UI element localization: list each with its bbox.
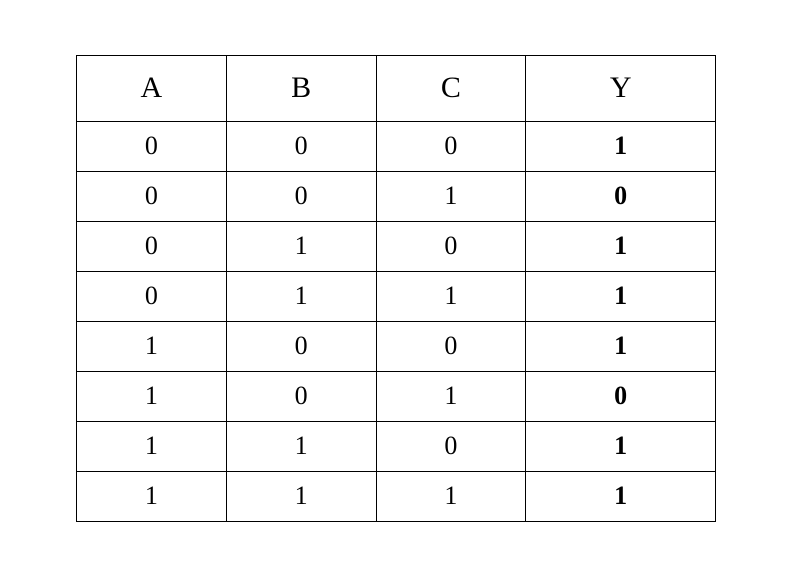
table-cell: 0: [226, 321, 376, 371]
table-cell-output: 1: [526, 421, 716, 471]
table-cell: 1: [376, 371, 526, 421]
table-cell: 0: [77, 221, 227, 271]
table-cell: 0: [376, 321, 526, 371]
table-cell: 0: [226, 171, 376, 221]
table-cell: 0: [376, 421, 526, 471]
table-cell: 0: [376, 221, 526, 271]
table-cell-output: 1: [526, 471, 716, 521]
table-cell: 1: [226, 271, 376, 321]
table-cell: 0: [77, 121, 227, 171]
table-cell: 0: [376, 121, 526, 171]
table-header: A: [77, 55, 227, 121]
truth-table-container: A B C Y 0 0 0 1 0 0 1 0 0 1 0: [76, 55, 716, 522]
table-cell-output: 1: [526, 271, 716, 321]
table-row: 0 0 1 0: [77, 171, 716, 221]
truth-table: A B C Y 0 0 0 1 0 0 1 0 0 1 0: [76, 55, 716, 522]
table-header: B: [226, 55, 376, 121]
table-cell: 1: [77, 371, 227, 421]
table-cell: 0: [77, 171, 227, 221]
table-cell: 0: [77, 271, 227, 321]
table-header: Y: [526, 55, 716, 121]
table-cell: 0: [226, 371, 376, 421]
table-cell: 1: [226, 471, 376, 521]
table-row: 0 1 0 1: [77, 221, 716, 271]
table-cell: 1: [376, 471, 526, 521]
table-cell: 1: [226, 221, 376, 271]
table-row: 1 1 0 1: [77, 421, 716, 471]
table-row: 1 0 1 0: [77, 371, 716, 421]
table-cell: 0: [226, 121, 376, 171]
table-cell-output: 1: [526, 121, 716, 171]
table-cell-output: 1: [526, 221, 716, 271]
table-cell-output: 0: [526, 171, 716, 221]
table-cell: 1: [77, 321, 227, 371]
table-cell-output: 0: [526, 371, 716, 421]
table-cell: 1: [226, 421, 376, 471]
table-row: 1 1 1 1: [77, 471, 716, 521]
table-header: C: [376, 55, 526, 121]
table-row: 0 0 0 1: [77, 121, 716, 171]
table-cell: 1: [376, 271, 526, 321]
table-cell-output: 1: [526, 321, 716, 371]
table-cell: 1: [376, 171, 526, 221]
table-cell: 1: [77, 471, 227, 521]
table-row: 1 0 0 1: [77, 321, 716, 371]
table-cell: 1: [77, 421, 227, 471]
table-row: 0 1 1 1: [77, 271, 716, 321]
